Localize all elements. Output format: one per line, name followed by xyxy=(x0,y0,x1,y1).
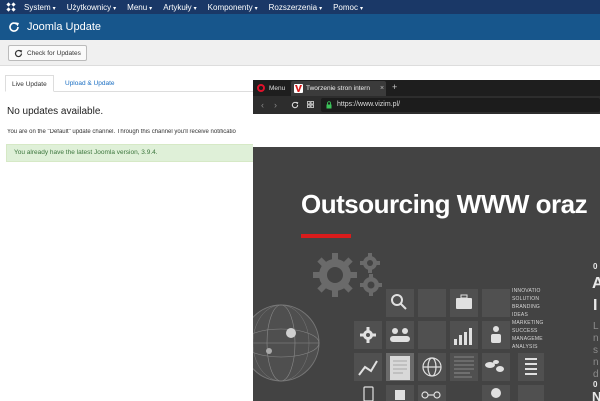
caret-down-icon: ▾ xyxy=(254,5,258,12)
caret-down-icon: ▾ xyxy=(149,5,153,12)
opera-logo-icon xyxy=(257,84,265,92)
side-text-fragment: 0 xyxy=(593,380,598,389)
globe-network-icon xyxy=(253,304,320,382)
buzzword: INNOVATIO xyxy=(512,288,541,294)
success-alert: You already have the latest Joomla versi… xyxy=(6,144,256,162)
buzzword: MARKETING xyxy=(512,320,544,326)
buzzword: BRANDING xyxy=(512,304,540,310)
side-text-fragment: n xyxy=(593,357,599,368)
nav-menu-system[interactable]: System ▾ xyxy=(24,3,56,12)
buzzword: SUCCESS xyxy=(512,328,538,334)
update-channel-text: You are on the "Default" update channel.… xyxy=(7,129,236,135)
nav-menu-users[interactable]: Użytkownicy ▾ xyxy=(67,3,116,12)
check-for-updates-button[interactable]: Check for Updates xyxy=(8,45,87,61)
nav-menu-components[interactable]: Komponenty ▾ xyxy=(208,3,258,12)
vizim-favicon-icon xyxy=(294,84,303,93)
back-arrow-icon[interactable]: ‹ xyxy=(257,99,268,111)
side-text-fragment: A xyxy=(592,275,600,292)
side-text-fragment: n xyxy=(593,333,599,344)
mobile-phone-icon xyxy=(363,386,374,401)
status-heading: No updates available. xyxy=(7,106,104,117)
refresh-icon xyxy=(9,22,19,32)
page-header: Joomla Update xyxy=(0,14,600,40)
nav-menu-articles[interactable]: Artykuły ▾ xyxy=(163,3,196,12)
tab-close-icon[interactable]: × xyxy=(380,85,384,92)
browser-menu-button[interactable]: Menu xyxy=(257,82,285,94)
speed-dial-grid-icon[interactable] xyxy=(305,99,316,111)
lock-icon xyxy=(326,101,332,109)
browser-tab-strip: Menu Tworzenie stron intern × + xyxy=(253,80,600,96)
image-icon xyxy=(395,390,405,400)
new-tab-icon[interactable]: + xyxy=(392,82,397,92)
tab-live-update[interactable]: Live Update xyxy=(5,75,54,92)
small-gear-icon xyxy=(360,253,380,273)
buzzword: MANAGEME xyxy=(512,336,543,342)
joomla-logo-icon[interactable] xyxy=(4,0,18,14)
nav-menu-menus[interactable]: Menu ▾ xyxy=(127,3,152,12)
caret-down-icon: ▾ xyxy=(359,5,363,12)
lightbulb-icon xyxy=(491,388,501,398)
browser-window: Menu Tworzenie stron intern × + ‹ › http… xyxy=(253,80,600,401)
browser-tab-active[interactable]: Tworzenie stron intern × xyxy=(291,81,386,96)
url-input[interactable]: https://www.vizim.pl/ xyxy=(321,98,600,112)
large-gear-icon xyxy=(313,253,357,297)
document-page-icon xyxy=(390,356,410,380)
caret-down-icon: ▾ xyxy=(113,5,117,12)
buzzword: SOLUTION xyxy=(512,296,540,302)
reload-icon[interactable] xyxy=(289,99,300,111)
side-text-fragment: N xyxy=(592,389,600,401)
caret-down-icon: ▾ xyxy=(193,5,197,12)
site-hero-section: Outsourcing WWW oraz INNOVATIO SOLUTION … xyxy=(253,147,600,401)
browser-menu-label: Menu xyxy=(269,84,286,92)
side-text-fragment: 0 xyxy=(593,262,598,271)
browser-tab-title: Tworzenie stron intern xyxy=(306,85,370,92)
url-text: https://www.vizim.pl/ xyxy=(337,101,401,108)
admin-top-navbar: System ▾ Użytkownicy ▾ Menu ▾ Artykuły ▾ Kom… xyxy=(0,0,600,14)
side-text-fragment: I xyxy=(593,297,598,314)
caret-down-icon: ▾ xyxy=(319,5,323,12)
hero-illustration xyxy=(253,253,544,401)
refresh-icon xyxy=(14,49,23,57)
nav-menu-extensions[interactable]: Rozszerzenia ▾ xyxy=(269,3,322,12)
site-header-area xyxy=(253,114,600,147)
small-gear-icon xyxy=(360,274,382,296)
nav-menu-help[interactable]: Pomoc ▾ xyxy=(333,3,363,12)
tab-upload-update[interactable]: Upload & Update xyxy=(59,75,121,92)
forward-arrow-icon[interactable]: › xyxy=(270,99,281,111)
buzzword: ANALYSIS xyxy=(512,344,538,350)
side-text-fragment: d xyxy=(593,369,599,380)
page-title: Joomla Update xyxy=(27,21,101,33)
check-for-updates-label: Check for Updates xyxy=(27,49,81,57)
side-text-fragment: L xyxy=(593,321,599,332)
buzzword: IDEAS xyxy=(512,312,529,318)
side-text-fragment: s xyxy=(593,345,598,356)
browser-address-bar: ‹ › https://www.vizim.pl/ xyxy=(253,96,600,114)
caret-down-icon: ▾ xyxy=(52,5,56,12)
subhead-toolbar: Check for Updates xyxy=(0,40,600,66)
